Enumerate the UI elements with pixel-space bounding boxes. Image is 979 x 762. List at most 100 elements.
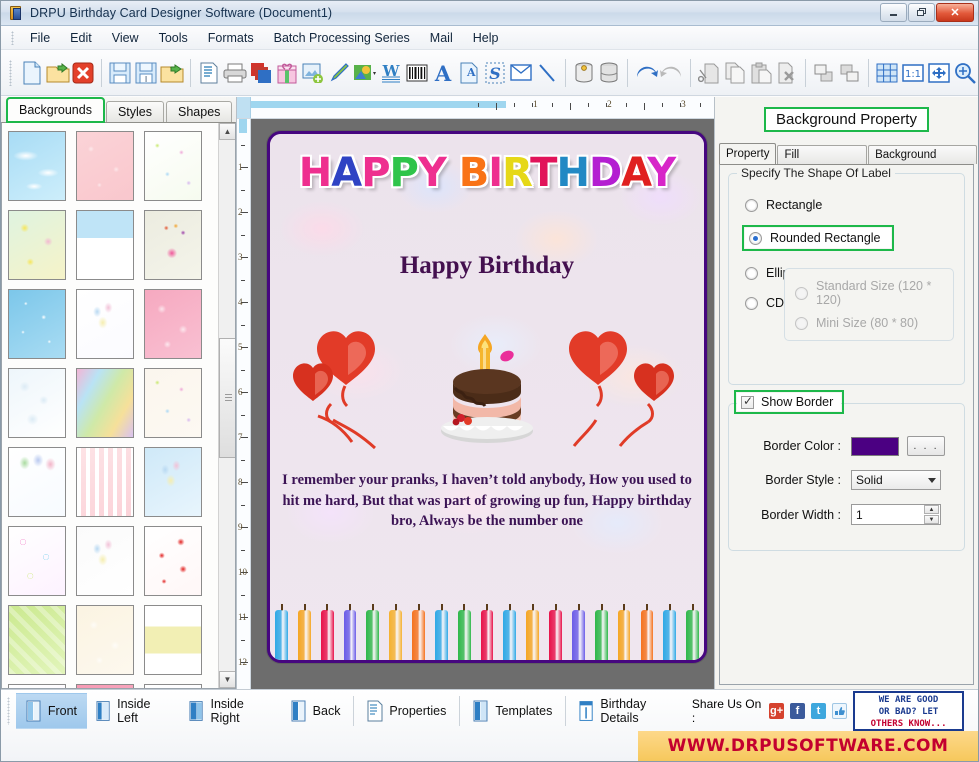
google-plus-icon[interactable]: g+: [769, 703, 784, 719]
facebook-icon[interactable]: f: [790, 703, 805, 719]
cut-icon[interactable]: [696, 57, 722, 89]
scroll-down-button[interactable]: ▼: [219, 671, 236, 688]
open-folder-icon[interactable]: [159, 57, 185, 89]
scrollbar-thumb[interactable]: [219, 338, 236, 458]
spinner-down-icon[interactable]: ▼: [924, 515, 939, 524]
delete-icon[interactable]: [774, 57, 800, 89]
border-color-picker-button[interactable]: . . .: [907, 436, 945, 456]
close-button[interactable]: ✕: [936, 3, 974, 22]
background-thumbnail[interactable]: [76, 210, 134, 280]
border-style-select[interactable]: Solid: [851, 470, 941, 490]
background-thumbnail[interactable]: [76, 605, 134, 675]
background-thumbnail[interactable]: [76, 526, 134, 596]
menu-item-help[interactable]: Help: [463, 28, 509, 48]
feedback-badge[interactable]: WE ARE GOOD OR BAD? LET OTHERS KNOW...: [853, 691, 964, 731]
menu-item-tools[interactable]: Tools: [149, 28, 198, 48]
background-thumbnail[interactable]: [76, 131, 134, 201]
gallery-scrollbar[interactable]: ▲ ▼: [218, 123, 235, 688]
gift-icon[interactable]: [274, 57, 300, 89]
copy-icon[interactable]: [722, 57, 748, 89]
tab-backgrounds[interactable]: Backgrounds: [7, 98, 104, 122]
data-set-icon[interactable]: [597, 57, 623, 89]
thumbs-up-icon[interactable]: [832, 703, 847, 719]
birthday-card-front[interactable]: HAPPY BIRTHDAY Happy Birthday: [267, 131, 707, 663]
picture-icon[interactable]: [352, 57, 378, 89]
background-thumbnail[interactable]: [8, 526, 66, 596]
menu-item-view[interactable]: View: [102, 28, 149, 48]
birthday-cake-icon[interactable]: [425, 326, 549, 452]
text-box-icon[interactable]: A: [456, 57, 482, 89]
radio-ellipse-icon[interactable]: [745, 267, 758, 280]
border-color-swatch[interactable]: [851, 437, 899, 456]
send-backward-icon[interactable]: [837, 57, 863, 89]
tab-background-effects[interactable]: Background Effects: [868, 145, 977, 164]
bottom-item-inside-right[interactable]: Inside Right: [180, 691, 281, 731]
bottom-item-inside-left[interactable]: Inside Left: [87, 691, 180, 731]
watermark-icon[interactable]: W: [378, 57, 404, 89]
background-thumbnail[interactable]: [8, 447, 66, 517]
background-thumbnail[interactable]: [8, 368, 66, 438]
signature-icon[interactable]: S: [482, 57, 508, 89]
database-icon[interactable]: [571, 57, 597, 89]
background-thumbnail[interactable]: [8, 210, 66, 280]
scroll-up-button[interactable]: ▲: [219, 123, 236, 140]
twitter-icon[interactable]: t: [811, 703, 826, 719]
zoom-icon[interactable]: [952, 57, 978, 89]
checkbox-show-border-icon[interactable]: [741, 396, 754, 409]
background-thumbnail[interactable]: [8, 289, 66, 359]
bottom-item-birthday-details[interactable]: Birthday Details: [570, 691, 692, 731]
envelope-icon[interactable]: [508, 57, 534, 89]
menu-item-formats[interactable]: Formats: [198, 28, 264, 48]
paste-icon[interactable]: [748, 57, 774, 89]
bring-forward-icon[interactable]: [811, 57, 837, 89]
radio-rounded-rectangle-icon[interactable]: [749, 232, 762, 245]
background-thumbnail[interactable]: [144, 210, 202, 280]
menu-item-batch-processing-series[interactable]: Batch Processing Series: [264, 28, 420, 48]
bottom-item-templates[interactable]: Templates: [464, 694, 561, 728]
show-border-checkbox[interactable]: Show Border: [737, 393, 841, 411]
website-banner[interactable]: WWW.DRPUSOFTWARE.COM: [638, 731, 978, 761]
menu-grip[interactable]: [11, 31, 14, 45]
background-thumbnail[interactable]: [8, 131, 66, 201]
insert-image-icon[interactable]: [300, 57, 326, 89]
print-icon[interactable]: [222, 57, 248, 89]
spinner-up-icon[interactable]: ▲: [924, 505, 939, 514]
background-thumbnail[interactable]: [144, 131, 202, 201]
tab-property[interactable]: Property: [719, 143, 776, 164]
pen-icon[interactable]: [326, 57, 352, 89]
background-thumbnail[interactable]: [144, 447, 202, 517]
toolbar-grip[interactable]: [9, 60, 12, 86]
save-as-icon[interactable]: I: [133, 57, 159, 89]
background-thumbnail[interactable]: [8, 605, 66, 675]
minimize-button[interactable]: [880, 3, 907, 22]
background-thumbnail[interactable]: [144, 605, 202, 675]
bottom-grip[interactable]: [7, 697, 10, 725]
grid-icon[interactable]: [874, 57, 900, 89]
line-icon[interactable]: [534, 57, 560, 89]
barcode-icon[interactable]: [404, 57, 430, 89]
background-thumbnail[interactable]: [144, 289, 202, 359]
actual-size-icon[interactable]: 1:1: [900, 57, 926, 89]
page-setup-icon[interactable]: [196, 57, 222, 89]
undo-icon[interactable]: [633, 57, 659, 89]
background-thumbnail[interactable]: [144, 368, 202, 438]
new-document-icon[interactable]: [19, 57, 45, 89]
bottom-item-front[interactable]: Front: [16, 693, 87, 729]
shape-option-rounded-rectangle[interactable]: Rounded Rectangle: [745, 228, 891, 248]
save-icon[interactable]: [107, 57, 133, 89]
background-thumbnail[interactable]: [76, 289, 134, 359]
tab-styles[interactable]: Styles: [106, 101, 164, 122]
restore-button[interactable]: [908, 3, 935, 22]
radio-cd-dvd-icon[interactable]: [745, 297, 758, 310]
tab-fill-background[interactable]: Fill Background: [777, 145, 867, 164]
card-title-wordart[interactable]: HAPPY BIRTHDAY: [270, 150, 704, 196]
background-thumbnail[interactable]: [76, 447, 134, 517]
bottom-item-back[interactable]: Back: [282, 694, 350, 728]
menu-item-file[interactable]: File: [20, 28, 60, 48]
border-width-input[interactable]: 1 ▲ ▼: [851, 504, 941, 525]
tab-shapes[interactable]: Shapes: [166, 101, 232, 122]
heart-balloons-right-icon[interactable]: [556, 324, 686, 456]
redo-icon[interactable]: [659, 57, 685, 89]
background-thumbnail[interactable]: [76, 368, 134, 438]
text-icon[interactable]: A: [430, 57, 456, 89]
